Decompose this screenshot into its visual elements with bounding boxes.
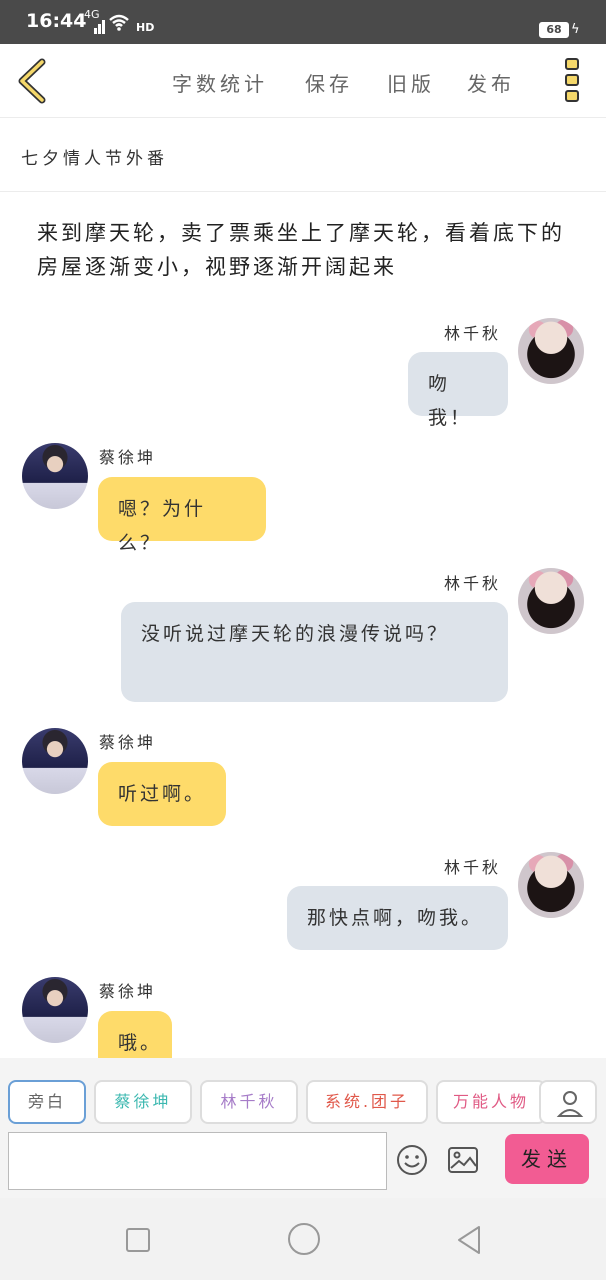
battery-icon: 68 xyxy=(539,22,569,38)
character-label: 旁白 xyxy=(27,1092,66,1111)
message-bubble[interactable]: 哦。 xyxy=(98,1011,172,1058)
image-icon[interactable] xyxy=(447,1146,479,1174)
speaker-name: 蔡徐坤 xyxy=(99,982,157,1001)
editor-toolbar: 字数统计 保存 旧版 发布 xyxy=(0,44,606,118)
chat-area[interactable]: 来到摩天轮，卖了票乘坐上了摩天轮，看着底下的房屋逐渐变小，视野逐渐开阔起来 林千… xyxy=(0,192,606,1058)
message-bubble[interactable]: 吻我！ xyxy=(408,352,508,429)
avatar-cai-xukun[interactable] xyxy=(22,728,88,794)
message-bubble[interactable]: 那快点啊，吻我。 xyxy=(287,886,508,950)
signal-icon xyxy=(94,20,105,34)
word-count-button[interactable]: 字数统计 xyxy=(172,68,268,97)
save-button[interactable]: 保存 xyxy=(305,68,353,97)
more-menu-icon[interactable] xyxy=(563,56,581,106)
back-icon[interactable] xyxy=(455,1224,483,1256)
message-bubble[interactable]: 没听说过摩天轮的浪漫传说吗？ xyxy=(121,602,508,702)
wifi-icon xyxy=(109,14,129,31)
charging-icon: ϟ xyxy=(571,22,580,37)
avatar-lin-qianqiu[interactable] xyxy=(518,568,584,634)
speaker-name: 林千秋 xyxy=(444,574,502,593)
narration-text: 来到摩天轮，卖了票乘坐上了摩天轮，看着底下的房屋逐渐变小，视野逐渐开阔起来 xyxy=(37,221,565,279)
character-selector: 旁白 蔡徐坤 林千秋 系统.团子 万能人物 xyxy=(0,1058,606,1134)
character-chip-cai-xukun[interactable]: 蔡徐坤 xyxy=(94,1080,192,1124)
hd-label: HD xyxy=(136,21,155,34)
message-bubble[interactable]: 听过啊。 xyxy=(98,762,226,826)
character-chip-narrator[interactable]: 旁白 xyxy=(8,1080,86,1124)
add-character-button[interactable] xyxy=(539,1080,597,1124)
speaker-name: 蔡徐坤 xyxy=(99,733,157,752)
speaker-name: 林千秋 xyxy=(444,324,502,343)
status-bar: 16:44 4G HD 68 ϟ xyxy=(0,0,606,44)
status-time: 16:44 xyxy=(26,10,87,32)
speaker-name: 林千秋 xyxy=(444,858,502,877)
speaker-name: 蔡徐坤 xyxy=(99,448,157,467)
composer: 发送 xyxy=(0,1126,606,1198)
character-label: 系统.团子 xyxy=(324,1092,410,1111)
user-icon xyxy=(556,1091,584,1117)
character-label: 万能人物 xyxy=(452,1092,529,1111)
home-icon[interactable] xyxy=(288,1223,320,1255)
send-button[interactable]: 发送 xyxy=(505,1134,589,1184)
story-title-row[interactable]: 七夕情人节外番 xyxy=(0,118,606,192)
character-label: 蔡徐坤 xyxy=(114,1092,172,1111)
message-bubble[interactable]: 嗯？为什么？ xyxy=(98,477,266,554)
emoji-icon[interactable] xyxy=(396,1144,428,1176)
message-input[interactable] xyxy=(8,1132,387,1190)
character-chip-universal[interactable]: 万能人物 xyxy=(436,1080,546,1124)
avatar-lin-qianqiu[interactable] xyxy=(518,318,584,384)
character-chip-system[interactable]: 系统.团子 xyxy=(306,1080,428,1124)
avatar-cai-xukun[interactable] xyxy=(22,977,88,1043)
avatar-cai-xukun[interactable] xyxy=(22,443,88,509)
recent-apps-icon[interactable] xyxy=(126,1228,150,1252)
publish-button[interactable]: 发布 xyxy=(467,68,515,97)
character-label: 林千秋 xyxy=(220,1092,278,1111)
story-title: 七夕情人节外番 xyxy=(21,149,168,169)
character-chip-lin-qianqiu[interactable]: 林千秋 xyxy=(200,1080,298,1124)
avatar-lin-qianqiu[interactable] xyxy=(518,852,584,918)
old-version-button[interactable]: 旧版 xyxy=(387,68,435,97)
back-arrow-icon[interactable] xyxy=(14,58,50,104)
system-navigation-bar xyxy=(0,1198,606,1280)
